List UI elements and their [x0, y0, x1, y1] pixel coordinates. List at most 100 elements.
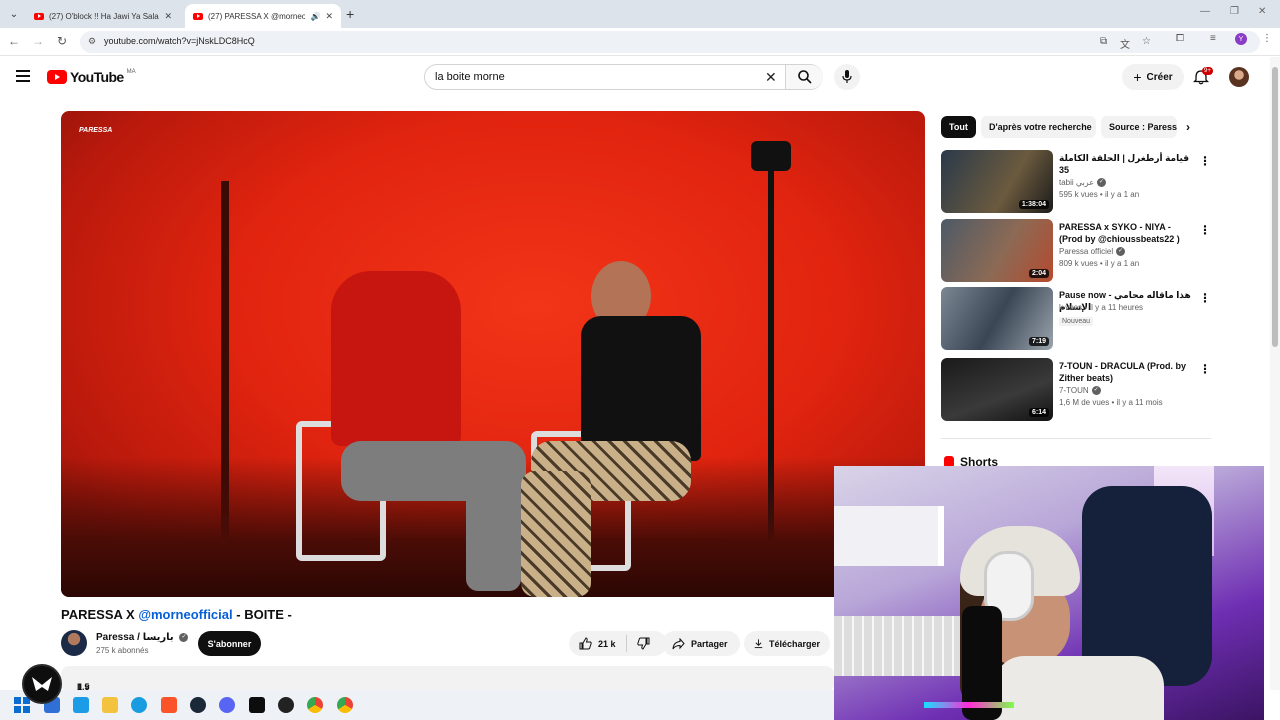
chrome-icon[interactable] [337, 697, 353, 713]
create-label: Créer [1146, 71, 1173, 83]
steam-icon[interactable] [190, 697, 206, 713]
chrome-icon[interactable] [307, 697, 323, 713]
streamer-channel-logo [22, 664, 62, 704]
verified-check-icon: ✓ [179, 632, 189, 642]
restore-icon[interactable]: ❐ [1230, 6, 1239, 17]
share-label: Partager [691, 638, 728, 649]
thumbs-up-icon[interactable] [579, 637, 592, 650]
recommended-video[interactable]: 7:19 Pause now - هذا ماقاله محامي الإسلا… [941, 287, 1211, 351]
browser-toolbar: ← → ↻ ⚙ youtube.com/watch?v=jNskLDC8HcQ … [0, 28, 1280, 56]
tab-list-chevron-icon[interactable]: ⌄ [6, 6, 22, 22]
video-player[interactable]: PARESSA [61, 111, 925, 597]
file-explorer-icon[interactable] [102, 697, 118, 713]
chip-source[interactable]: Source : Paressa [1101, 116, 1177, 138]
title-suffix: - BOITE - [236, 607, 292, 622]
app-icon[interactable] [249, 697, 265, 713]
channel-avatar[interactable] [61, 630, 87, 656]
more-actions-icon[interactable]: ⋮ [1199, 223, 1211, 237]
video-thumbnail[interactable]: 6:14 [941, 358, 1053, 421]
translate-icon[interactable]: 文 [1120, 36, 1130, 51]
address-bar[interactable]: ⚙ youtube.com/watch?v=jNskLDC8HcQ ⧉ 文 ☆ [80, 31, 1260, 53]
download-button[interactable]: Télécharger [744, 631, 830, 656]
minimize-icon[interactable]: — [1200, 6, 1210, 17]
rec-meta: k vues • il y a 11 heures [1059, 303, 1144, 312]
create-button[interactable]: + Créer [1122, 64, 1184, 90]
recommended-video[interactable]: 1:38:04 قيامة أرطغرل | الحلقة الكاملة 35… [941, 150, 1211, 214]
rec-title[interactable]: PARESSA x SYKO - NIYA - (Prod by @chious… [1059, 221, 1191, 245]
browser-menu-icon[interactable]: ⋮ [1262, 33, 1272, 44]
title-prefix: PARESSA X [61, 607, 135, 622]
background-shelf [834, 506, 944, 566]
streamer-shirt [994, 656, 1164, 720]
obs-icon[interactable] [278, 697, 294, 713]
media-controls-icon[interactable]: ≡ [1210, 33, 1216, 44]
url-text: youtube.com/watch?v=jNskLDC8HcQ [104, 36, 255, 46]
more-actions-icon[interactable]: ⋮ [1199, 291, 1211, 305]
account-avatar[interactable] [1229, 67, 1249, 87]
rec-channel: 7-TOUN ✓ [1059, 386, 1101, 396]
forward-icon[interactable]: → [30, 34, 46, 48]
browser-tab-oblock[interactable]: (27) O'block !! Ha Jawi Ya Salaba ✕ [26, 4, 180, 28]
rec-title[interactable]: قيامة أرطغرل | الحلقة الكاملة 35 [1059, 152, 1191, 176]
menu-icon[interactable] [16, 70, 30, 82]
more-actions-icon[interactable]: ⋮ [1199, 362, 1211, 376]
install-app-icon[interactable]: ⧉ [1100, 36, 1107, 47]
keyboard [834, 616, 964, 676]
new-tab-icon[interactable]: + [346, 6, 354, 22]
browser-tab-paressa[interactable]: (27) PARESSA X @morneofficial 🔊 ✕ [185, 4, 341, 28]
bookmark-star-icon[interactable]: ☆ [1142, 36, 1151, 47]
close-tab-icon[interactable]: ✕ [164, 11, 172, 22]
channel-name-row[interactable]: Paressa / باريسا ✓ [96, 632, 189, 643]
close-tab-icon[interactable]: ✕ [325, 11, 333, 22]
discord-icon[interactable] [219, 697, 235, 713]
recommended-video[interactable]: 6:14 7-TOUN - DRACULA (Prod. by Zither b… [941, 358, 1211, 422]
video-duration: 2:04 [1028, 269, 1049, 278]
app-icon[interactable] [73, 697, 89, 713]
site-info-icon[interactable]: ⚙ [88, 36, 96, 47]
chevron-right-icon[interactable]: › [1186, 120, 1190, 134]
tab-title: (27) PARESSA X @morneofficial [208, 11, 306, 21]
youtube-wordmark: YouTube [70, 69, 124, 85]
page-scrollbar[interactable] [1270, 57, 1280, 690]
like-count[interactable]: 21 k [598, 639, 616, 649]
search-input[interactable] [435, 69, 755, 85]
profile-avatar[interactable]: Y [1235, 33, 1247, 45]
edge-browser-icon[interactable] [131, 697, 147, 713]
reload-icon[interactable]: ↻ [54, 34, 70, 48]
more-actions-icon[interactable]: ⋮ [1199, 154, 1211, 168]
thumbs-down-icon[interactable] [636, 637, 650, 650]
title-mention-link[interactable]: @morneofficial [138, 607, 232, 622]
video-thumbnail[interactable]: 2:04 [941, 219, 1053, 282]
video-thumbnail[interactable]: 1:38:04 [941, 150, 1053, 213]
speaker-icon[interactable]: 🔊 [310, 12, 320, 21]
share-button[interactable]: Partager [662, 631, 740, 656]
person-right-leg [521, 471, 591, 597]
video-duration: 6:14 [1028, 408, 1049, 417]
search-icon [798, 70, 812, 84]
chip-related-search[interactable]: D'après votre recherche [981, 116, 1096, 138]
close-window-icon[interactable]: ✕ [1258, 6, 1266, 17]
search-button[interactable] [785, 65, 823, 89]
chip-all[interactable]: Tout [941, 116, 976, 138]
view-age-text: 1,5 M de vues il y a 2 ans [69, 674, 98, 712]
scrollbar-thumb[interactable] [1272, 67, 1278, 347]
rec-channel-name: tabii عربي [1059, 178, 1094, 187]
brave-browser-icon[interactable] [161, 697, 177, 713]
clear-search-icon[interactable]: ✕ [765, 69, 777, 86]
extensions-icon[interactable]: ⧠ [1176, 33, 1184, 44]
search-box: ✕ [424, 64, 823, 90]
voice-search-button[interactable] [834, 64, 860, 90]
description-box[interactable]: 1,5 M de vues il y a 2 ans [61, 666, 834, 712]
recommended-video[interactable]: 2:04 PARESSA x SYKO - NIYA - (Prod by @c… [941, 219, 1211, 283]
verified-check-icon: ✓ [1091, 386, 1101, 396]
rec-title[interactable]: 7-TOUN - DRACULA (Prod. by Zither beats) [1059, 360, 1191, 384]
video-thumbnail[interactable]: 7:19 [941, 287, 1053, 350]
start-windows-icon[interactable] [14, 697, 30, 713]
subscribe-button[interactable]: S'abonner [198, 631, 261, 656]
youtube-logo[interactable]: YouTube MA [47, 69, 136, 85]
rec-meta: 595 k vues • il y a 1 an [1059, 190, 1140, 199]
back-icon[interactable]: ← [6, 34, 22, 48]
channel-name[interactable]: Paressa / باريسا [96, 632, 174, 643]
video-title: PARESSA X @morneofficial - BOITE - [61, 607, 292, 622]
verified-check-icon: ✓ [1097, 178, 1106, 188]
